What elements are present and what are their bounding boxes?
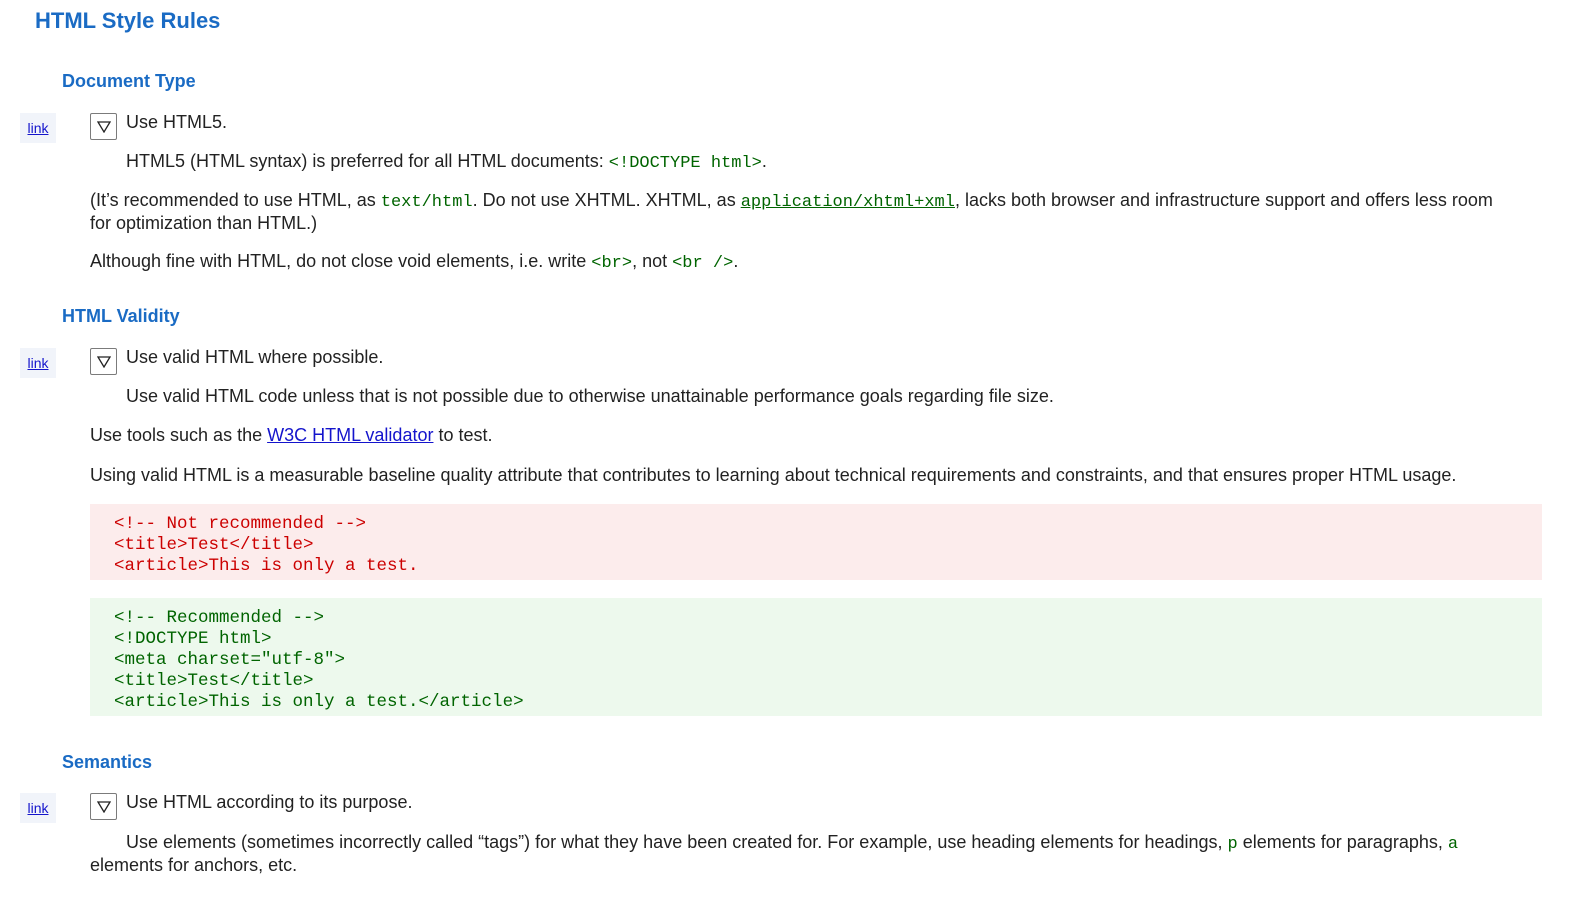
code-line: <article>This is only a test.: [114, 556, 419, 576]
permalink-html-validity[interactable]: link: [20, 348, 56, 378]
code-line: <title>Test</title>: [114, 535, 314, 555]
code-line: <title>Test</title>: [114, 671, 314, 691]
toggle-semantics[interactable]: [90, 793, 117, 820]
code-example-recommended: <!-- Recommended --> <!DOCTYPE html> <meta…: [90, 598, 1542, 716]
section-heading-html-validity: HTML Validity: [62, 306, 180, 326]
paragraph-valid-html-benefit: Using valid HTML is a measurable baselin…: [90, 465, 1457, 485]
code-line: <!-- Recommended -->: [114, 608, 325, 628]
rule-summary-html-validity: Use valid HTML where possible.: [126, 347, 384, 367]
application-xhtml-link[interactable]: application/xhtml+xml: [741, 193, 955, 212]
rule-detail-semantics: Use elements (sometimes incorrectly call…: [90, 832, 1459, 875]
code-line: <!DOCTYPE html>: [114, 629, 272, 649]
section-heading-document-type: Document Type: [62, 71, 196, 91]
code-line: <!-- Not recommended -->: [114, 514, 367, 534]
rule-summary-semantics: Use HTML according to its purpose.: [126, 792, 413, 812]
section-heading-semantics: Semantics: [62, 752, 153, 772]
code-line: <meta charset="utf-8">: [114, 650, 346, 670]
paragraph-validator-tools: Use tools such as the W3C HTML validator…: [90, 425, 493, 445]
toggle-html-validity[interactable]: [90, 348, 117, 375]
code-line: <article>This is only a test.</article>: [114, 692, 524, 712]
code-example-not-recommended: <!-- Not recommended --> <title>Test</tit…: [90, 504, 1542, 580]
paragraph-void-elements: Although fine with HTML, do not close vo…: [90, 251, 739, 273]
triangle-down-icon: [96, 355, 111, 368]
triangle-down-icon: [96, 800, 111, 813]
w3c-validator-link[interactable]: W3C HTML validator: [267, 425, 433, 445]
page-title: HTML Style Rules: [35, 8, 221, 33]
rule-summary-document-type: Use HTML5.: [126, 112, 228, 132]
rule-detail-html-validity: Use valid HTML code unless that is not p…: [126, 386, 1054, 406]
permalink-semantics[interactable]: link: [20, 793, 56, 823]
rule-detail-document-type: HTML5 (HTML syntax) is preferred for all…: [126, 151, 767, 173]
toggle-document-type[interactable]: [90, 113, 117, 140]
triangle-down-icon: [96, 120, 111, 133]
paragraph-xhtml-note: (It’s recommended to use HTML, as text/h…: [90, 190, 1493, 233]
permalink-document-type[interactable]: link: [20, 113, 56, 143]
